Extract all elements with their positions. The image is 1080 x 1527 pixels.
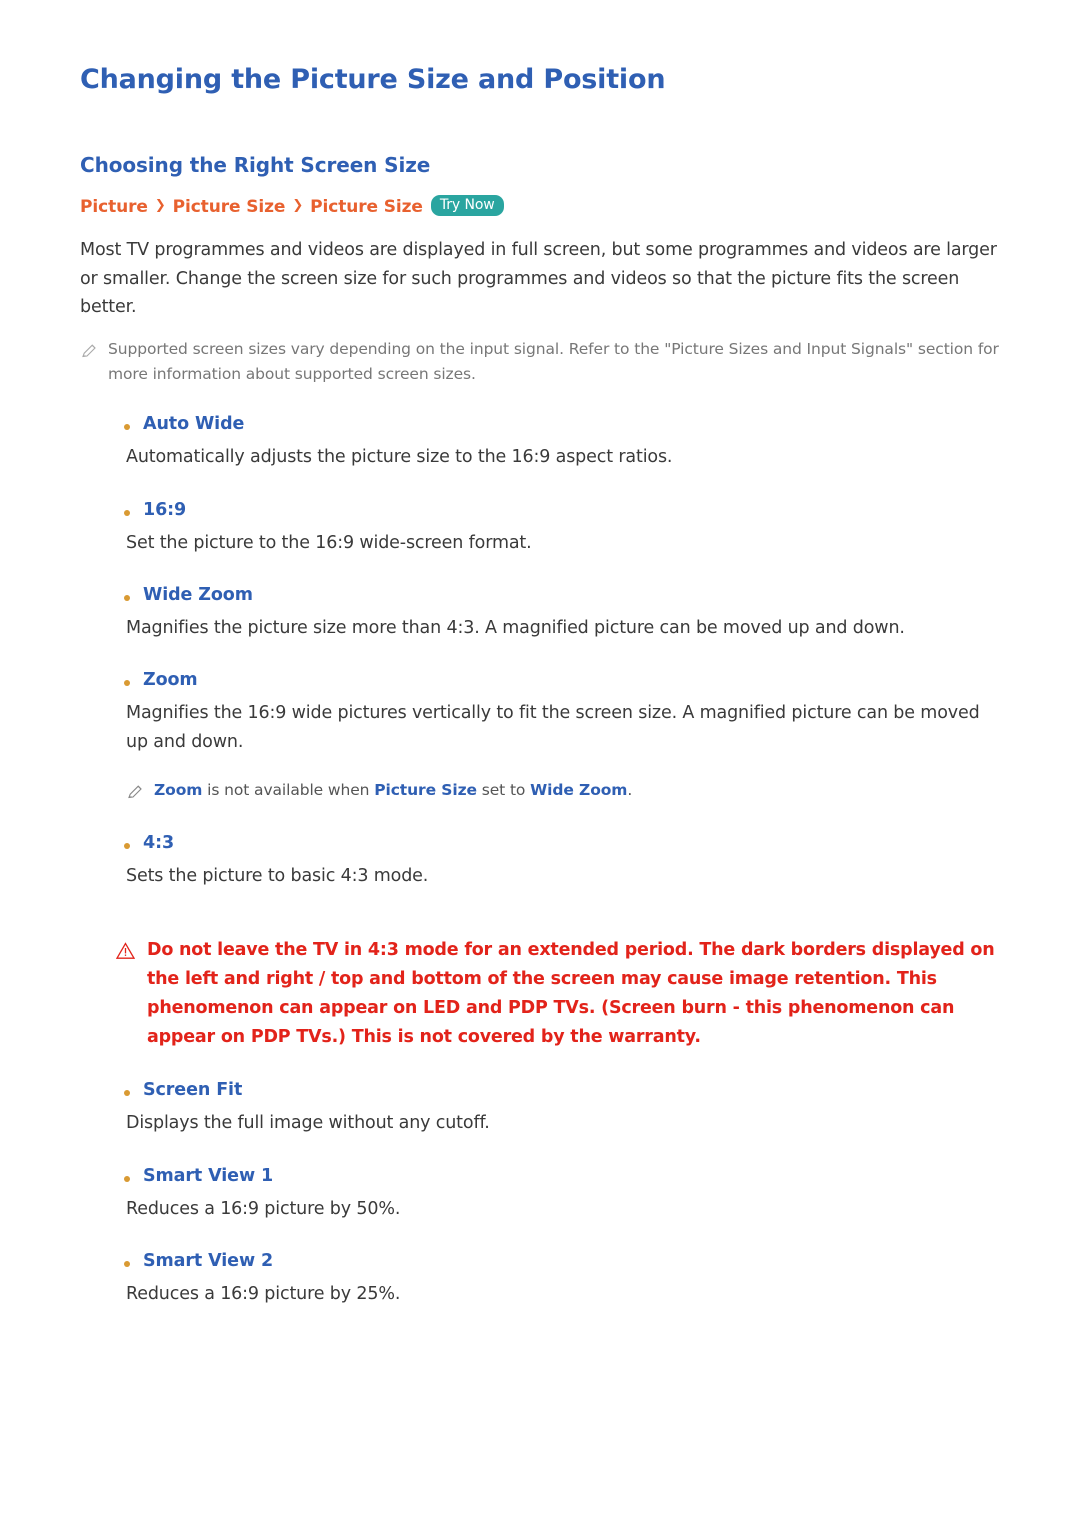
zoom-note-keyword-wide-zoom: Wide Zoom: [530, 780, 628, 799]
option-description: Automatically adjusts the picture size t…: [126, 447, 673, 468]
option-description: Magnifies the picture size more than 4:3…: [126, 617, 905, 638]
bullet-dot-icon: [124, 424, 130, 431]
option-description: Reduces a 16:9 picture by 50%.: [126, 1198, 401, 1219]
option-label: 4:3: [143, 832, 175, 853]
option-label: Zoom: [143, 670, 198, 691]
option-bullet-zoom: Zoom: [80, 670, 1000, 690]
bullet-dot-icon: [124, 509, 130, 516]
option-bullet-screen-fit: Screen Fit: [80, 1080, 1000, 1100]
pencil-icon: [80, 342, 98, 364]
warning-text: Do not leave the TV in 4:3 mode for an e…: [147, 940, 995, 1048]
option-bullet-smart-view-1: Smart View 1: [80, 1166, 1000, 1186]
document-page: Changing the Picture Size and Position C…: [0, 0, 1080, 1527]
option-description: Displays the full image without any cuto…: [126, 1113, 490, 1134]
bullet-dot-icon: [124, 1261, 130, 1268]
pencil-icon: [126, 783, 144, 805]
bullet-dot-icon: [124, 1090, 130, 1097]
supported-sizes-note-text: Supported screen sizes vary depending on…: [108, 340, 999, 383]
zoom-note-text-2: is not available when: [202, 780, 375, 799]
breadcrumb: Picture ❯ Picture Size ❯ Picture Size Tr…: [80, 195, 1000, 217]
option-label: Smart View 2: [143, 1251, 274, 1272]
section-title: Choosing the Right Screen Size: [80, 153, 431, 178]
supported-sizes-note: Supported screen sizes vary depending on…: [80, 337, 1000, 386]
breadcrumb-item-1[interactable]: Picture: [80, 197, 148, 217]
option-description: Set the picture to the 16:9 wide-screen …: [126, 532, 532, 553]
breadcrumb-item-2[interactable]: Picture Size: [173, 197, 286, 217]
chevron-right-icon: ❯: [154, 198, 166, 214]
option-label: Screen Fit: [143, 1080, 243, 1101]
zoom-note-keyword-zoom: Zoom: [154, 780, 203, 799]
option-description: Sets the picture to basic 4:3 mode.: [126, 865, 429, 886]
bullet-dot-icon: [124, 842, 130, 849]
zoom-note-text-4: set to: [476, 780, 531, 799]
option-bullet-16-9: 16:9: [80, 500, 1000, 520]
bullet-dot-icon: [124, 594, 130, 601]
page-title: Changing the Picture Size and Position: [80, 64, 666, 95]
option-label: 16:9: [143, 499, 187, 520]
option-label: Smart View 1: [143, 1165, 274, 1186]
option-bullet-auto-wide: Auto Wide: [80, 414, 1000, 434]
warning-block: Do not leave the TV in 4:3 mode for an e…: [80, 936, 1000, 1052]
zoom-availability-note-text: Zoom is not available when Picture Size …: [154, 778, 632, 802]
option-label: Auto Wide: [143, 414, 245, 435]
breadcrumb-item-3[interactable]: Picture Size: [310, 197, 423, 217]
warning-icon: [115, 942, 136, 964]
option-label: Wide Zoom: [143, 584, 253, 605]
zoom-availability-note: Zoom is not available when Picture Size …: [80, 778, 1000, 805]
option-description: Reduces a 16:9 picture by 25%.: [126, 1284, 401, 1305]
option-bullet-smart-view-2: Smart View 2: [80, 1251, 1000, 1271]
bullet-dot-icon: [124, 1175, 130, 1182]
intro-paragraph: Most TV programmes and videos are displa…: [80, 240, 997, 317]
option-bullet-4-3: 4:3: [80, 833, 1000, 853]
zoom-note-text-6: .: [627, 780, 633, 799]
zoom-note-keyword-picture-size: Picture Size: [374, 780, 477, 799]
try-now-badge[interactable]: Try Now: [430, 195, 504, 217]
option-bullet-wide-zoom: Wide Zoom: [80, 585, 1000, 605]
chevron-right-icon: ❯: [292, 198, 304, 214]
option-description: Magnifies the 16:9 wide pictures vertica…: [126, 703, 980, 752]
bullet-dot-icon: [124, 680, 130, 687]
